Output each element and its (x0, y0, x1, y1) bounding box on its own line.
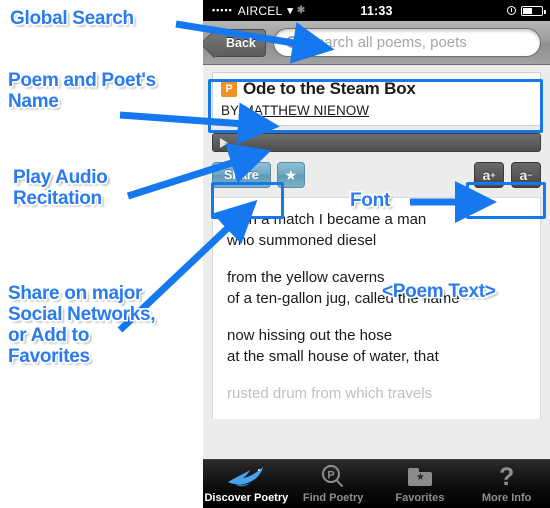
star-icon: ★ (284, 166, 298, 183)
font-decrease-sup: − (527, 170, 533, 180)
font-decrease-button[interactable]: a − (511, 162, 541, 188)
clock-label: 11:33 (360, 3, 393, 18)
font-increase-label: a (482, 167, 491, 183)
search-input[interactable]: Search all poems, poets (272, 28, 541, 57)
search-icon (285, 36, 299, 49)
poem-title-row: P Ode to the Steam Box (221, 79, 532, 99)
tab-more-info[interactable]: ? More Info (463, 460, 550, 508)
poem-title-card[interactable]: P Ode to the Steam Box BY MATTHEW NIENOW (212, 72, 541, 126)
poem-line: who summoned diesel (227, 232, 377, 249)
poem-line: now hissing out the hose (227, 327, 393, 344)
annotation-global-search: Global Search (10, 8, 134, 29)
audio-player-bar[interactable] (212, 133, 541, 152)
status-bar-right (507, 5, 546, 16)
share-button-label: Share (224, 168, 259, 182)
poem-text-body[interactable]: With a match I became a man who summoned… (212, 197, 541, 419)
font-decrease-label: a (519, 167, 528, 183)
back-button[interactable]: Back (212, 28, 266, 57)
search-placeholder: Search all poems, poets (305, 34, 467, 51)
font-increase-sup: + (490, 170, 496, 180)
font-increase-button[interactable]: a + (474, 162, 504, 188)
page-title: Ode to the Steam Box (243, 79, 416, 98)
poem-byline: BY MATTHEW NIENOW (221, 103, 532, 118)
font-size-controls: a + a − (474, 162, 541, 188)
poem-line: With a match I became a man (227, 211, 427, 228)
folder-star-icon: ★ (407, 464, 432, 490)
poet-name-link[interactable]: MATTHEW NIENOW (243, 103, 369, 118)
tab-label: Favorites (395, 492, 445, 504)
battery-icon (521, 5, 546, 16)
screenshot-root: ••••• AIRCEL ▾ ✱ 11:33 Back Search all p… (0, 0, 550, 508)
alarm-clock-icon (507, 6, 516, 15)
byline-prefix: BY (221, 103, 239, 118)
tab-label: Discover Poetry (204, 492, 289, 504)
navigation-bar: Back Search all poems, poets (203, 21, 550, 65)
annotation-poem-text: <Poem Text> (382, 281, 496, 302)
annotation-play-audio: Play Audio Recitation (13, 167, 108, 209)
poem-line: rusted drum from which travels (227, 385, 433, 402)
poem-toolbar: Share ★ a + a − (212, 161, 541, 189)
share-button[interactable]: Share (212, 162, 271, 188)
tab-label: More Info (481, 492, 532, 504)
tab-favorites[interactable]: ★ Favorites (377, 460, 464, 508)
tab-discover-poetry[interactable]: Discover Poetry (203, 460, 290, 508)
poem-stanza: rusted drum from which travels (227, 383, 526, 404)
tab-find-poetry[interactable]: P Find Poetry (290, 460, 377, 508)
annotation-font: Font (350, 190, 390, 211)
poem-stanza: With a match I became a man who summoned… (227, 209, 526, 251)
poem-content: P Ode to the Steam Box BY MATTHEW NIENOW… (203, 65, 550, 419)
annotation-poem-poet-name: Poem and Poet's Name (8, 70, 156, 112)
bird-icon (226, 464, 266, 490)
favorite-button[interactable]: ★ (276, 162, 305, 188)
question-mark-icon: ? (498, 462, 515, 491)
phone-screen: ••••• AIRCEL ▾ ✱ 11:33 Back Search all p… (203, 0, 550, 508)
poem-badge-icon: P (221, 81, 237, 97)
tab-label: Find Poetry (302, 492, 364, 504)
tab-bar: Discover Poetry P Find Poetry ★ Favorite… (203, 459, 550, 508)
poem-line: at the small house of water, that (227, 348, 439, 365)
play-icon[interactable] (220, 137, 228, 148)
annotation-share-favorites: Share on major Social Networks, or Add t… (8, 283, 156, 367)
magnifier-p-icon: P (320, 464, 346, 490)
poem-stanza: now hissing out the hose at the small ho… (227, 325, 526, 367)
back-button-label: Back (226, 35, 256, 50)
svg-text:P: P (327, 470, 334, 482)
status-bar: ••••• AIRCEL ▾ ✱ 11:33 (203, 0, 550, 21)
